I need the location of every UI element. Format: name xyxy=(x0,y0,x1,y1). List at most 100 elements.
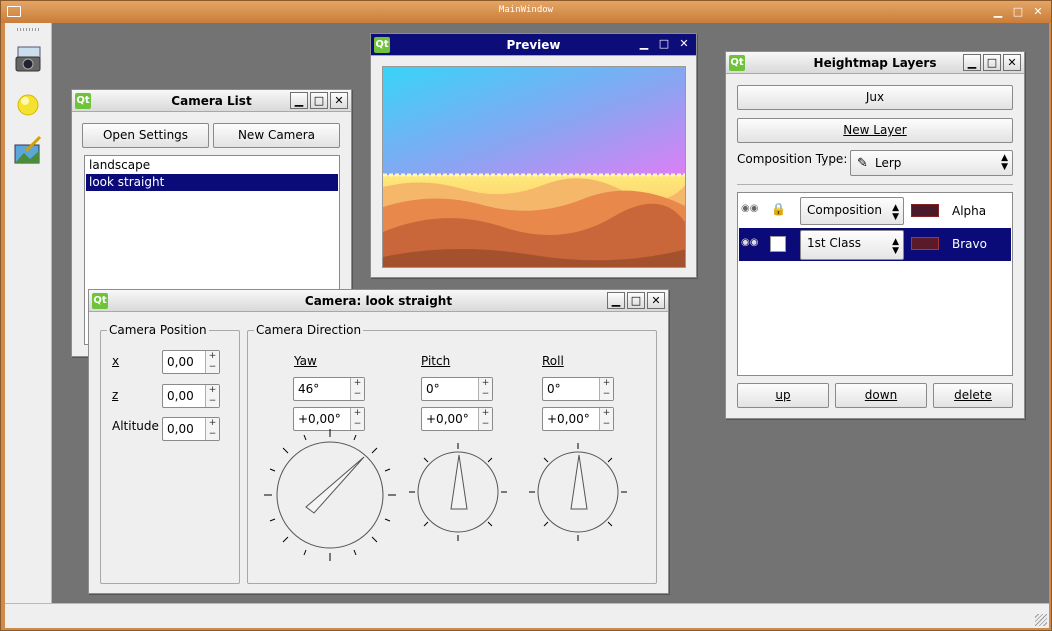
preview-window: Qt Preview ▁ □ ✕ xyxy=(370,33,697,278)
resize-grip[interactable] xyxy=(1035,614,1047,626)
main-titlebar[interactable]: MainWindow ▁ □ ✕ xyxy=(1,1,1051,23)
minimize-icon[interactable]: ▁ xyxy=(992,6,1004,18)
tool-bar xyxy=(5,23,52,603)
layer-mode-select[interactable]: 1st Class ▲ ▼ xyxy=(800,230,904,260)
altitude-value: 0,00 xyxy=(167,422,194,436)
spin-arrows-icon[interactable]: + − xyxy=(599,408,613,430)
layer-list[interactable]: ◉◉ 🔒 Composition ▲ ▼ Alpha ◉◉ 1st Class ▲… xyxy=(737,192,1013,376)
layer-delete-button[interactable]: delete xyxy=(933,383,1013,408)
pitch-offset-value: +0,00° xyxy=(426,412,469,426)
layer-mode-select[interactable]: Composition ▲ ▼ xyxy=(800,197,904,225)
layer-name: Bravo xyxy=(952,237,987,251)
spin-arrows-icon[interactable]: + − xyxy=(205,351,219,373)
camera-direction-group: Camera Direction Yaw 46° + − +0,00° + − Pitc… xyxy=(247,323,657,584)
yaw-dial[interactable] xyxy=(262,427,398,563)
spin-arrows-icon[interactable]: + − xyxy=(478,378,492,400)
composition-type-label: Composition Type: xyxy=(737,152,848,166)
main-window: MainWindow ▁ □ ✕ Qt Camera List ▁ □ ✕ Open xyxy=(0,0,1052,631)
roll-offset-spinbox[interactable]: +0,00° + − xyxy=(542,407,614,431)
composition-type-select[interactable]: ✎ Lerp ▲ ▼ xyxy=(850,150,1013,176)
yaw-value: 46° xyxy=(298,382,320,396)
maximize-icon[interactable]: □ xyxy=(983,54,1001,71)
layer-name: Alpha xyxy=(952,204,987,218)
roll-value: 0° xyxy=(547,382,561,396)
minimize-icon[interactable]: ▁ xyxy=(607,292,625,309)
heightmap-layers-window: Qt Heightmap Layers ▁ □ ✕ Jux New Layer Co… xyxy=(725,51,1025,419)
toolbar-handle[interactable] xyxy=(17,28,41,31)
preview-titlebar[interactable]: Qt Preview ▁ □ ✕ xyxy=(371,34,696,56)
z-value: 0,00 xyxy=(167,389,194,403)
new-camera-button[interactable]: New Camera xyxy=(213,123,340,148)
roll-label: Roll xyxy=(542,354,564,368)
spin-arrows-icon[interactable]: + − xyxy=(350,378,364,400)
x-value: 0,00 xyxy=(167,355,194,369)
close-icon[interactable]: ✕ xyxy=(1003,54,1021,71)
close-icon[interactable]: ✕ xyxy=(330,92,348,109)
layer-up-button[interactable]: up xyxy=(737,383,829,408)
lock-icon[interactable]: 🔒 xyxy=(771,202,786,216)
z-label: z xyxy=(112,388,119,402)
preview-render[interactable] xyxy=(382,66,686,268)
pitch-label: Pitch xyxy=(421,354,451,368)
chevron-updown-icon: ▲ ▼ xyxy=(1001,153,1008,172)
roll-dial[interactable] xyxy=(527,441,629,543)
roll-spinbox[interactable]: 0° + − xyxy=(542,377,614,401)
maximize-icon[interactable]: □ xyxy=(310,92,328,109)
maximize-icon[interactable]: □ xyxy=(655,36,673,53)
spin-arrows-icon[interactable]: + − xyxy=(478,408,492,430)
spin-arrows-icon[interactable]: + − xyxy=(205,418,219,440)
pitch-dial[interactable] xyxy=(407,441,509,543)
new-layer-button[interactable]: New Layer xyxy=(737,118,1013,143)
spin-arrows-icon[interactable]: + − xyxy=(205,385,219,407)
landscape-icon[interactable] xyxy=(12,135,44,167)
heightmap-titlebar[interactable]: Qt Heightmap Layers ▁ □ ✕ xyxy=(726,52,1024,74)
camera-position-group: Camera Position x 0,00 + − z 0,00 + − Altitu… xyxy=(100,323,240,584)
layer-row[interactable]: ◉◉ 🔒 Composition ▲ ▼ Alpha xyxy=(739,194,1011,228)
chevron-updown-icon: ▲ ▼ xyxy=(892,203,899,222)
eye-icon[interactable]: ◉◉ xyxy=(741,237,758,248)
list-item[interactable]: landscape xyxy=(86,157,338,174)
altitude-spinbox[interactable]: 0,00 + − xyxy=(162,417,220,441)
yaw-spinbox[interactable]: 46° + − xyxy=(293,377,365,401)
altitude-label: Altitude xyxy=(112,419,159,433)
maximize-icon[interactable]: □ xyxy=(1012,6,1024,18)
brush-icon: ✎ xyxy=(857,156,868,171)
camera-editor-title: Camera: look straight xyxy=(304,294,453,308)
composition-type-value: Lerp xyxy=(875,156,902,170)
camera-list-titlebar[interactable]: Qt Camera List ▁ □ ✕ xyxy=(72,90,351,112)
camera-direction-title: Camera Direction xyxy=(254,323,364,337)
sun-icon[interactable] xyxy=(14,91,42,119)
camera-position-title: Camera Position xyxy=(107,323,209,337)
minimize-icon[interactable]: ▁ xyxy=(290,92,308,109)
x-spinbox[interactable]: 0,00 + − xyxy=(162,350,220,374)
z-spinbox[interactable]: 0,00 + − xyxy=(162,384,220,408)
spin-arrows-icon[interactable]: + − xyxy=(599,378,613,400)
pitch-value: 0° xyxy=(426,382,440,396)
main-window-title: MainWindow xyxy=(498,5,554,15)
minimize-icon[interactable]: ▁ xyxy=(963,54,981,71)
layer-row-selected[interactable]: ◉◉ 1st Class ▲ ▼ Bravo xyxy=(739,228,1011,261)
chevron-updown-icon: ▲ ▼ xyxy=(892,237,899,256)
close-icon[interactable]: ✕ xyxy=(647,292,665,309)
maximize-icon[interactable]: □ xyxy=(627,292,645,309)
lock-checkbox[interactable] xyxy=(770,236,786,252)
layer-thumbnail xyxy=(911,237,939,250)
pitch-offset-spinbox[interactable]: +0,00° + − xyxy=(421,407,493,431)
camera-icon[interactable] xyxy=(12,43,44,75)
layer-mode-value: Composition xyxy=(807,203,882,217)
yaw-offset-value: +0,00° xyxy=(298,412,341,426)
layer-down-button[interactable]: down xyxy=(835,383,927,408)
camera-editor-titlebar[interactable]: Qt Camera: look straight ▁ □ ✕ xyxy=(89,290,668,312)
layer-mode-value: 1st Class xyxy=(807,236,861,250)
eye-icon[interactable]: ◉◉ xyxy=(741,203,758,214)
minimize-icon[interactable]: ▁ xyxy=(635,36,653,53)
open-settings-button[interactable]: Open Settings xyxy=(82,123,209,148)
status-bar xyxy=(5,603,1049,628)
jux-button[interactable]: Jux xyxy=(737,85,1013,110)
divider xyxy=(737,184,1013,185)
mdi-area: Qt Camera List ▁ □ ✕ Open Settings New Cam… xyxy=(5,23,1049,628)
close-icon[interactable]: ✕ xyxy=(675,36,693,53)
pitch-spinbox[interactable]: 0° + − xyxy=(421,377,493,401)
list-item-selected[interactable]: look straight xyxy=(86,174,338,191)
close-icon[interactable]: ✕ xyxy=(1032,6,1044,18)
